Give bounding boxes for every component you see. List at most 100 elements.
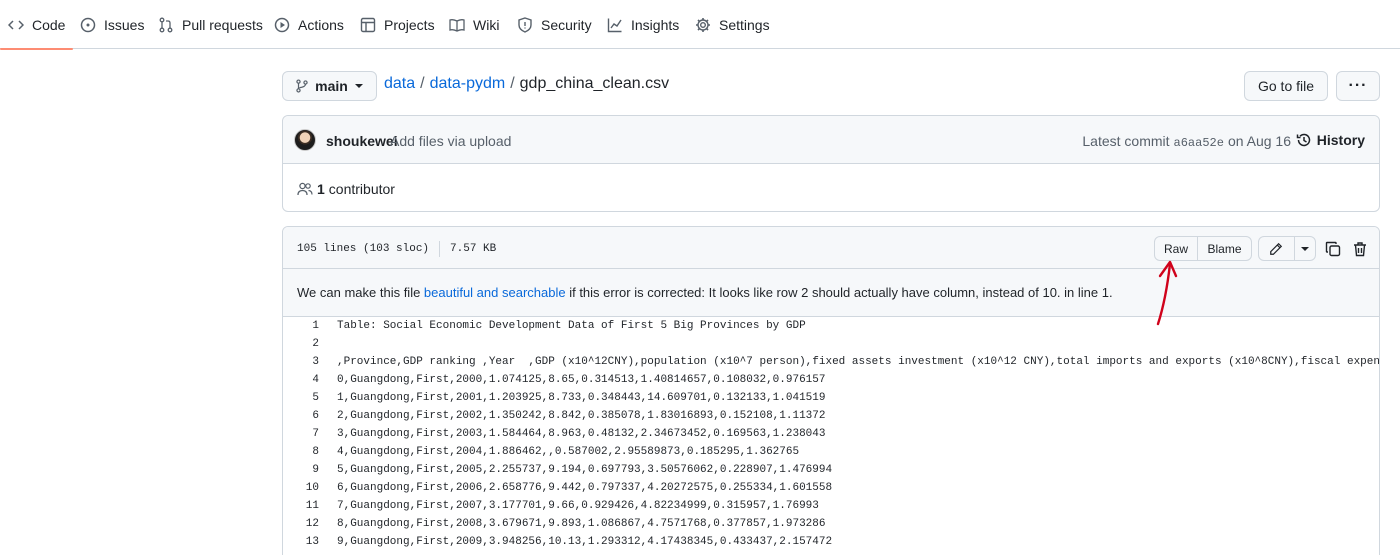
line-text: 3,Guangdong,First,2003,1.584464,8.963,0.…	[337, 428, 826, 440]
line-number[interactable]: 13	[283, 536, 319, 548]
code-line: 3 ,Province,GDP ranking ,Year ,GDP (x10^1…	[283, 353, 1379, 371]
edit-button[interactable]	[1259, 237, 1294, 260]
tab-security[interactable]: Security	[517, 0, 592, 49]
warning-prefix: We can make this file	[297, 285, 424, 300]
divider	[439, 241, 441, 257]
commit-sha[interactable]: a6aa52e	[1174, 136, 1224, 150]
tab-pull-requests[interactable]: Pull requests	[158, 0, 263, 49]
edit-dropdown-button[interactable]	[1293, 237, 1315, 260]
line-text: 2,Guangdong,First,2002,1.350242,8.842,0.…	[337, 410, 826, 422]
line-number[interactable]: 8	[283, 446, 319, 458]
delete-button[interactable]	[1347, 236, 1373, 261]
contributors-label: contributor	[328, 181, 395, 197]
pencil-icon	[1270, 242, 1283, 255]
csv-error-warning: We can make this file beautiful and sear…	[283, 269, 1379, 317]
line-text: ,Province,GDP ranking ,Year ,GDP (x10^12…	[337, 356, 1380, 368]
breadcrumb: data / data-pydm / gdp_china_clean.csv	[384, 75, 669, 93]
blame-button[interactable]: Blame	[1197, 237, 1251, 260]
tab-label: Insights	[631, 16, 680, 33]
line-text: 9,Guangdong,First,2009,3.948256,10.13,1.…	[337, 536, 833, 548]
edit-group	[1258, 236, 1316, 261]
avatar[interactable]	[294, 129, 316, 151]
code-line: 5 1,Guangdong,First,2001,1.203925,8.733,0…	[283, 389, 1379, 407]
issue-icon	[80, 17, 96, 32]
tab-wiki[interactable]: Wiki	[449, 0, 499, 49]
file-viewer: 105 lines (103 sloc) 7.57 KB Raw Blame W…	[282, 226, 1380, 555]
branch-selector[interactable]: main	[282, 71, 377, 101]
line-text: 7,Guangdong,First,2007,3.177701,9.66,0.9…	[337, 500, 819, 512]
code-view: 1 Table: Social Economic Development Data…	[283, 317, 1379, 551]
tab-label: Wiki	[473, 16, 500, 33]
code-line: 1 Table: Social Economic Development Data…	[283, 317, 1379, 335]
raw-blame-group: Raw Blame	[1154, 236, 1252, 261]
copy-button[interactable]	[1320, 236, 1346, 261]
line-number[interactable]: 5	[283, 392, 319, 404]
line-number[interactable]: 12	[283, 518, 319, 530]
line-number[interactable]: 9	[283, 464, 319, 476]
line-number[interactable]: 1	[283, 320, 319, 332]
tab-insights[interactable]: Insights	[607, 0, 679, 49]
history-label: History	[1316, 132, 1365, 148]
more-options-button[interactable]: ···	[1336, 71, 1380, 101]
line-text: 8,Guangdong,First,2008,3.679671,9.893,1.…	[337, 518, 826, 530]
code-line: 9 5,Guangdong,First,2005,2.255737,9.194,0…	[283, 461, 1379, 479]
line-text: Table: Social Economic Development Data …	[337, 320, 806, 332]
line-text: 5,Guangdong,First,2005,2.255737,9.194,0.…	[337, 464, 833, 476]
graph-icon	[607, 18, 622, 32]
history-link[interactable]: History	[1296, 132, 1365, 148]
warning-suffix: if this error is corrected: It looks lik…	[565, 285, 1113, 300]
file-size: 7.57 KB	[450, 243, 497, 255]
shield-icon	[518, 16, 532, 33]
trash-icon	[1354, 241, 1366, 256]
line-text: 0,Guangdong,First,2000,1.074125,8.65,0.3…	[337, 374, 826, 386]
code-line: 8 4,Guangdong,First,2004,1.886462,,0.5870…	[283, 443, 1379, 461]
code-line: 12 8,Guangdong,First,2008,3.679671,9.893,…	[283, 515, 1379, 533]
repo-nav: Code Issues Pull requests Actions Projec…	[0, 0, 1400, 50]
tab-label: Settings	[719, 16, 770, 33]
file-header: 105 lines (103 sloc) 7.57 KB Raw Blame	[283, 227, 1379, 269]
tab-label: Issues	[104, 16, 145, 33]
line-number[interactable]: 11	[283, 500, 319, 512]
go-to-file-button[interactable]: Go to file	[1244, 71, 1328, 101]
tab-projects[interactable]: Projects	[360, 0, 435, 49]
line-count: 105 lines (103 sloc)	[297, 243, 430, 255]
line-number[interactable]: 7	[283, 428, 319, 440]
commit-date: on Aug 16	[1227, 133, 1291, 149]
contributors[interactable]: 1 contributor	[297, 181, 395, 197]
commit-message[interactable]: Add files via upload	[390, 133, 511, 149]
line-number[interactable]: 10	[283, 482, 319, 494]
line-number[interactable]: 4	[283, 374, 319, 386]
commit-header: shoukewei Add files via upload Latest co…	[283, 116, 1379, 164]
commit-author[interactable]: shoukewei	[326, 133, 398, 149]
copy-icon	[1325, 241, 1341, 256]
tab-issues[interactable]: Issues	[80, 0, 144, 49]
warning-link[interactable]: beautiful and searchable	[424, 285, 566, 300]
gear-icon	[696, 17, 710, 32]
breadcrumb-link-data[interactable]: data	[384, 75, 415, 93]
people-icon	[297, 182, 313, 196]
tab-settings[interactable]: Settings	[695, 0, 770, 49]
tab-actions[interactable]: Actions	[274, 0, 344, 49]
breadcrumb-current-file: gdp_china_clean.csv	[519, 75, 670, 92]
code-line: 10 6,Guangdong,First,2006,2.658776,9.442,…	[283, 479, 1379, 497]
breadcrumb-separator: /	[510, 75, 515, 92]
code-line: 7 3,Guangdong,First,2003,1.584464,8.963,0…	[283, 425, 1379, 443]
caret-down-icon	[1300, 246, 1309, 251]
code-line: 4 0,Guangdong,First,2000,1.074125,8.65,0.…	[283, 371, 1379, 389]
tab-label: Actions	[298, 16, 344, 33]
tab-code[interactable]: Code	[0, 0, 75, 50]
code-line: 6 2,Guangdong,First,2002,1.350242,8.842,0…	[283, 407, 1379, 425]
tab-label: Code	[32, 16, 66, 33]
tab-label: Pull requests	[182, 16, 263, 33]
breadcrumb-link-data-pydm[interactable]: data-pydm	[430, 75, 506, 93]
line-text: 6,Guangdong,First,2006,2.658776,9.442,0.…	[337, 482, 833, 494]
line-number[interactable]: 6	[283, 410, 319, 422]
line-number[interactable]: 3	[283, 356, 319, 368]
pull-request-icon	[159, 17, 173, 32]
caret-down-icon	[354, 84, 363, 88]
raw-button[interactable]: Raw	[1155, 237, 1197, 260]
line-number[interactable]: 2	[283, 338, 319, 350]
book-icon	[449, 18, 465, 32]
file-info: 105 lines (103 sloc) 7.57 KB	[297, 241, 496, 257]
tab-label: Projects	[384, 16, 435, 33]
